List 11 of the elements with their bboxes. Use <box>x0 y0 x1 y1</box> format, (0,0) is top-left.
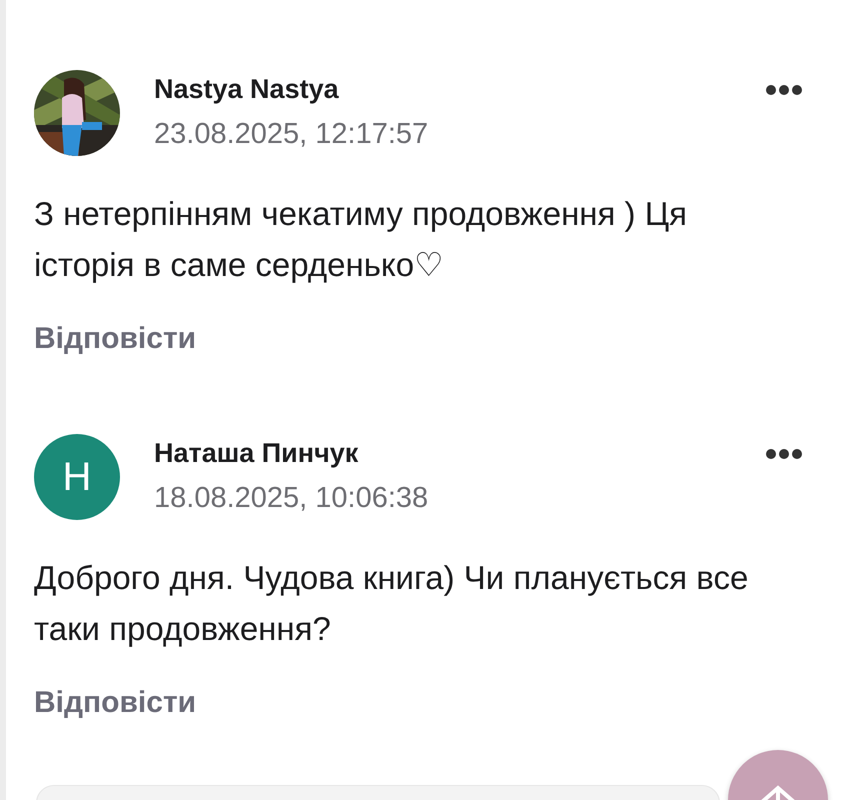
more-icon[interactable] <box>765 448 803 460</box>
comment-date: 23.08.2025, 12:17:57 <box>154 118 428 150</box>
reply-link[interactable]: Відповісти <box>34 322 196 356</box>
comment-date: 18.08.2025, 10:06:38 <box>154 482 428 514</box>
user-avatar: Н <box>34 434 120 520</box>
comment-text: Доброго дня. Чудова книга) Чи планується все таки продовження? <box>34 558 750 649</box>
author-name: Наташа Пинчук <box>154 438 358 468</box>
reply-link[interactable]: Відповісти <box>34 686 196 720</box>
more-icon[interactable] <box>765 84 803 96</box>
author-name: Nastya Nastya <box>154 74 339 104</box>
comment-text: З нетерпінням чекатиму продовження ) Ця історія в саме серденько♡ <box>34 194 688 285</box>
